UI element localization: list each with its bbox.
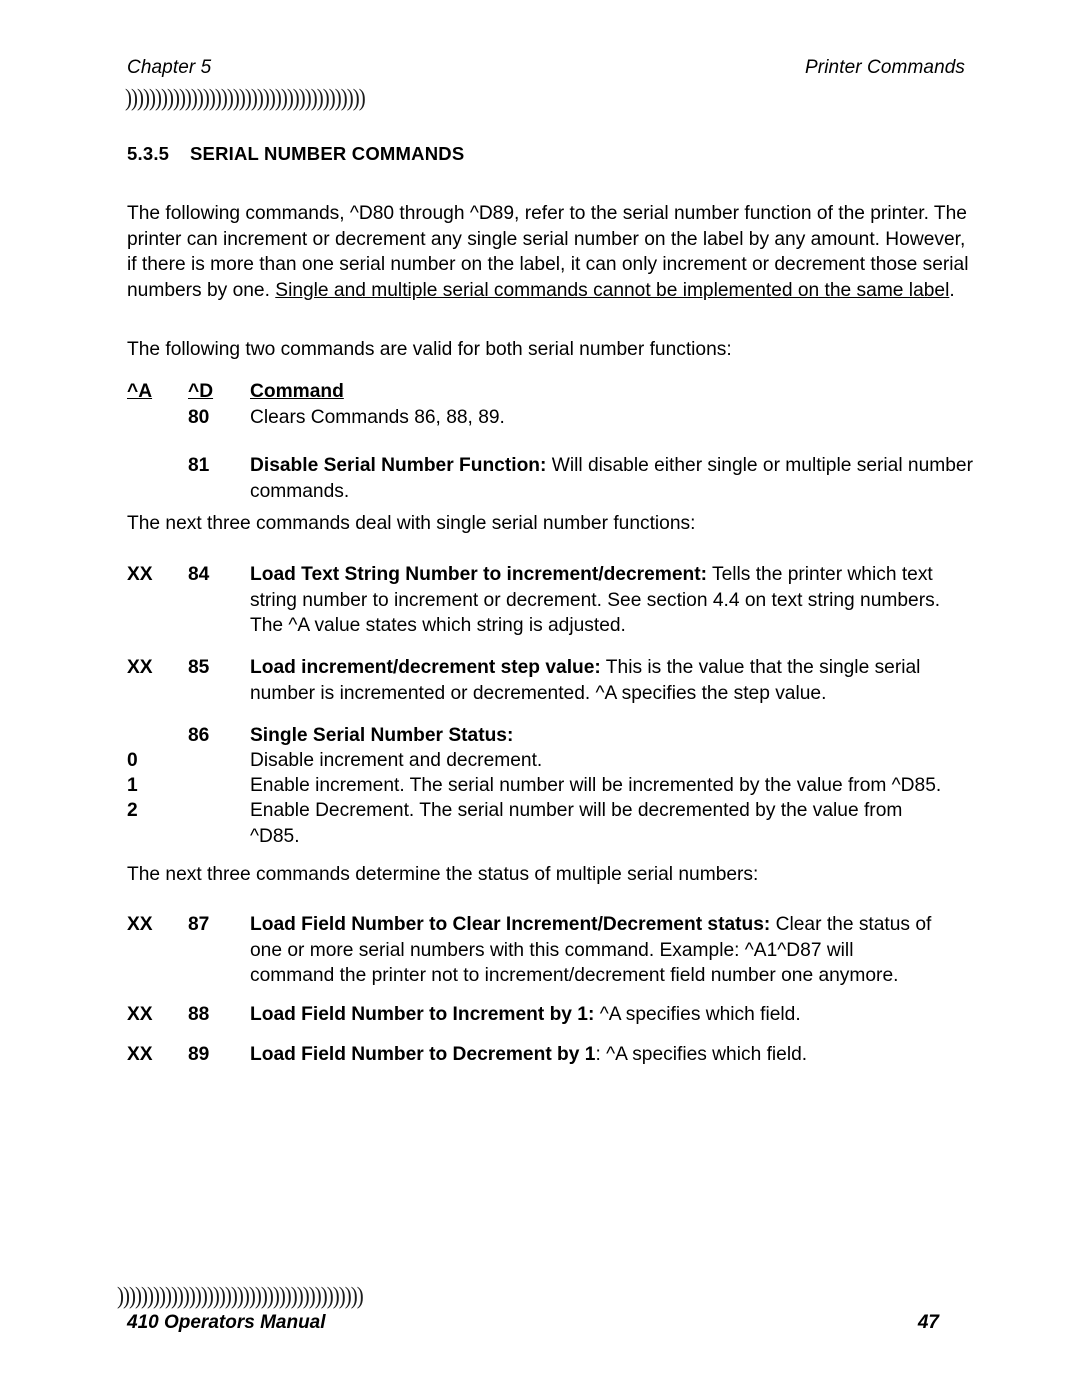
- command-88-col-d: 88: [188, 1004, 210, 1025]
- command-80-description: Clears Commands 86, 88, 89.: [250, 405, 975, 431]
- command-85-col-d: 85: [188, 657, 210, 678]
- lead-in-single-functions: The next three commands deal with single…: [127, 513, 696, 534]
- command-89-lead: Load Field Number to Decrement by 1: [250, 1044, 596, 1065]
- command-86-option-0: 0 Disable increment and decrement.: [127, 748, 975, 774]
- document-page: Chapter 5 Printer Commands )))))))))))))…: [0, 0, 1080, 1397]
- command-85-description: Load increment/decrement step value: Thi…: [250, 655, 975, 706]
- command-87-col-a: XX: [127, 914, 153, 935]
- command-row-86: 86 Single Serial Number Status:: [127, 723, 975, 749]
- command-row-89: XX 89 Load Field Number to Decrement by …: [127, 1042, 975, 1068]
- intro-tail: .: [949, 279, 955, 301]
- command-84-lead: Load Text String Number to increment/dec…: [250, 564, 708, 585]
- header-chapter-label: Chapter 5: [127, 57, 212, 78]
- command-86-option-1-value: 1: [127, 775, 138, 796]
- command-86-option-1-text: Enable increment. The serial number will…: [250, 775, 942, 796]
- command-87-description: Load Field Number to Clear Increment/Dec…: [250, 912, 975, 989]
- command-89-description: Load Field Number to Decrement by 1: ^A …: [250, 1042, 975, 1068]
- command-86-option-2-text: Enable Decrement. The serial number will…: [250, 800, 903, 847]
- command-80-text: Clears Commands 86, 88, 89.: [250, 407, 505, 428]
- command-84-col-d: 84: [188, 564, 210, 585]
- command-row-81: 81 Disable Serial Number Function: Will …: [127, 453, 975, 504]
- command-86-option-0-value: 0: [127, 750, 138, 771]
- command-86-option-0-text: Disable increment and decrement.: [250, 750, 543, 771]
- header-decorative-rule: )))))))))))))))))))))))))))))))))))))))): [125, 83, 366, 112]
- command-87-line1-tail: Clear the status of: [770, 914, 932, 935]
- footer-manual-title: 410 Operators Manual: [127, 1312, 326, 1333]
- intro-underlined-text: Single and multiple serial commands cann…: [275, 279, 950, 301]
- command-row-88: XX 88 Load Field Number to Increment by …: [127, 1002, 975, 1028]
- command-86-description: Single Serial Number Status:: [250, 723, 975, 749]
- command-88-text: ^A specifies which field.: [594, 1004, 801, 1025]
- command-88-lead: Load Field Number to Increment by 1:: [250, 1004, 595, 1025]
- command-89-col-d: 89: [188, 1044, 210, 1065]
- command-87-line2: one or more serial numbers with this com…: [250, 939, 854, 961]
- command-row-87: XX 87 Load Field Number to Clear Increme…: [127, 912, 975, 989]
- footer-decorative-rule: ))))))))))))))))))))))))))))))))))))))))…: [117, 1281, 364, 1310]
- command-row-80: 80 Clears Commands 86, 88, 89.: [127, 405, 975, 431]
- page-footer: 410 Operators Manual 47: [127, 1312, 939, 1334]
- running-header: Chapter 5 Printer Commands: [127, 57, 965, 79]
- command-row-85: XX 85 Load increment/decrement step valu…: [127, 655, 975, 706]
- command-86-option-1: 1 Enable increment. The serial number wi…: [127, 773, 975, 799]
- command-84-description: Load Text String Number to increment/dec…: [250, 562, 975, 639]
- intro-paragraph: The following commands, ^D80 through ^D8…: [127, 201, 972, 303]
- command-88-description: Load Field Number to Increment by 1: ^A …: [250, 1002, 975, 1028]
- header-section-label: Printer Commands: [805, 57, 965, 78]
- command-86-option-2: 2 Enable Decrement. The serial number wi…: [127, 798, 907, 849]
- command-87-line3: command the printer not to increment/dec…: [250, 965, 899, 987]
- command-row-84: XX 84 Load Text String Number to increme…: [127, 562, 975, 639]
- command-81-lead: Disable Serial Number Function:: [250, 455, 547, 476]
- lead-in-both-functions: The following two commands are valid for…: [127, 339, 732, 360]
- section-title: SERIAL NUMBER COMMANDS: [190, 143, 465, 164]
- command-86-col-d: 86: [188, 725, 210, 746]
- column-header-d: ^D: [188, 381, 214, 402]
- command-87-lead: Load Field Number to Clear Increment/Dec…: [250, 914, 771, 935]
- command-81-description: Disable Serial Number Function: Will dis…: [250, 453, 975, 504]
- command-87-col-d: 87: [188, 914, 210, 935]
- command-89-col-a: XX: [127, 1044, 153, 1065]
- command-88-col-a: XX: [127, 1004, 153, 1025]
- lead-in-multiple-functions: The next three commands determine the st…: [127, 864, 759, 885]
- column-header-command: Command: [250, 381, 344, 402]
- page-title: 5.3.5 SERIAL NUMBER COMMANDS: [127, 143, 464, 165]
- command-86-option-2-value: 2: [127, 800, 138, 821]
- command-84-col-a: XX: [127, 564, 153, 585]
- command-85-col-a: XX: [127, 657, 153, 678]
- footer-page-number: 47: [917, 1312, 939, 1333]
- command-85-lead: Load increment/decrement step value:: [250, 657, 601, 678]
- command-89-text: ^A specifies which field.: [600, 1044, 808, 1065]
- command-table-header: ^A ^D Command: [127, 379, 975, 405]
- column-header-a: ^A: [127, 381, 153, 402]
- command-81-col-d: 81: [188, 455, 210, 476]
- command-86-lead: Single Serial Number Status:: [250, 725, 514, 746]
- section-number: 5.3.5: [127, 143, 170, 164]
- command-80-col-d: 80: [188, 407, 210, 428]
